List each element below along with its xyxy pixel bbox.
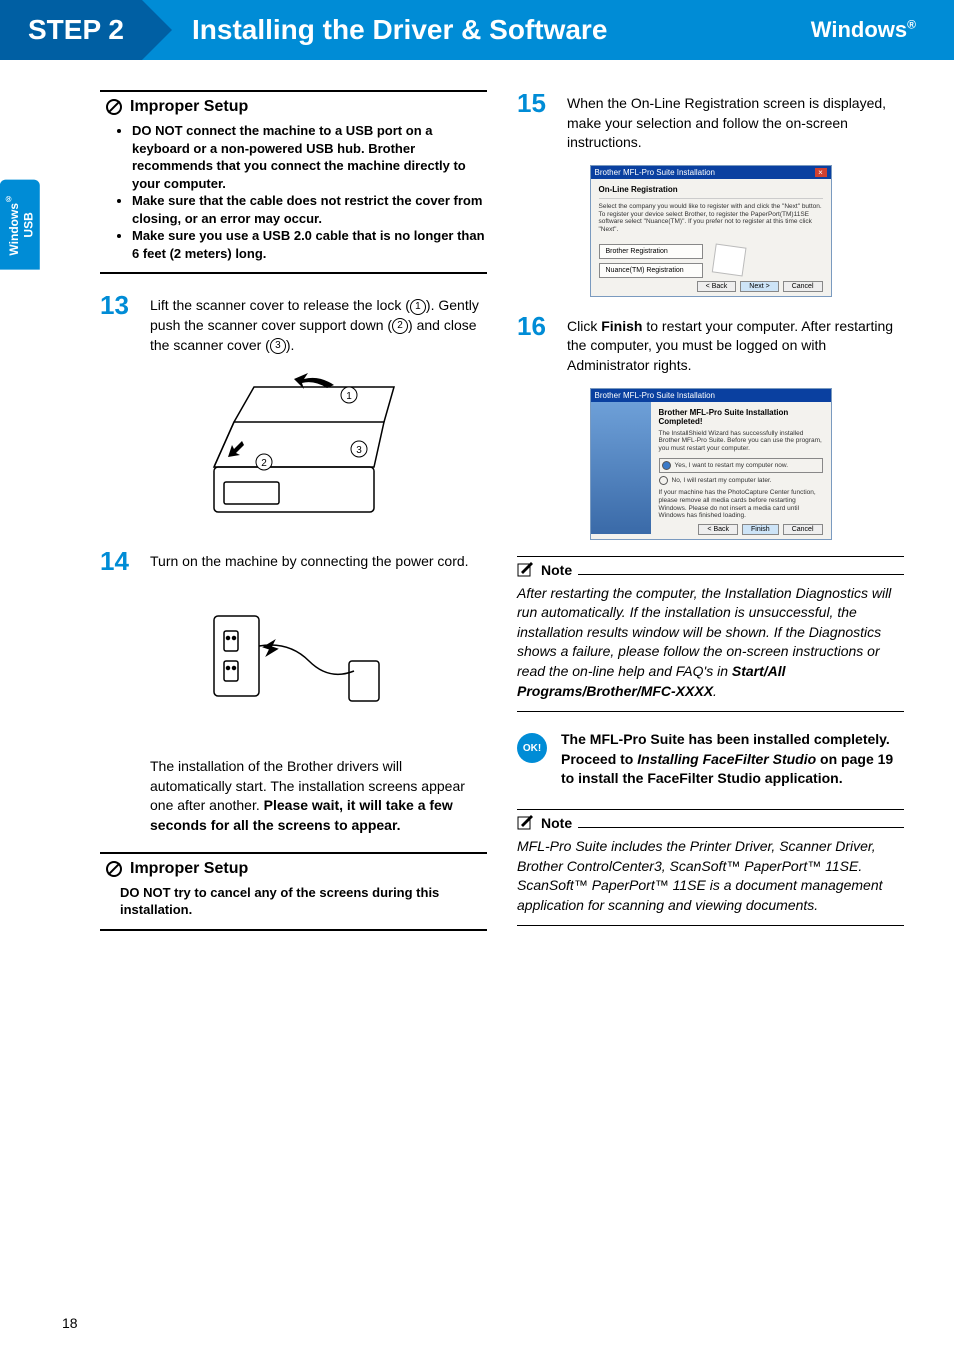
close-icon: × [815, 168, 827, 177]
ok-text: The MFL-Pro Suite has been installed com… [561, 730, 904, 789]
prohibit-icon [106, 861, 122, 877]
step16-a: Click [567, 318, 601, 334]
note-box-2: Note MFL-Pro Suite includes the Printer … [517, 809, 904, 926]
list-item: Make sure that the cable does not restri… [132, 192, 487, 227]
step-text: Lift the scanner cover to release the lo… [150, 292, 487, 355]
improper-setup-title-2: Improper Setup [130, 860, 248, 878]
note-text: MFL-Pro Suite includes the Printer Drive… [517, 837, 904, 915]
dialog-title: Brother MFL-Pro Suite Installation [595, 391, 716, 400]
note-title-text: Note [541, 562, 572, 578]
dialog-instructions: Select the company you would like to reg… [599, 203, 823, 234]
scanner-cover-figure: 1 2 3 [100, 367, 487, 532]
finish-button: Finish [742, 524, 779, 535]
step-13: 13 Lift the scanner cover to release the… [100, 292, 487, 355]
install-auto-text: The installation of the Brother drivers … [150, 757, 487, 835]
radio-icon [662, 461, 671, 470]
pencil-note-icon [517, 561, 535, 580]
page-number: 18 [62, 1315, 78, 1331]
list-item: Make sure you use a USB 2.0 cable that i… [132, 227, 487, 262]
svg-text:1: 1 [346, 391, 352, 402]
restart-later-option: No, I will restart my computer later. [672, 477, 772, 485]
ok-badge-icon: OK! [517, 733, 547, 763]
note-box-1: Note After restarting the computer, the … [517, 556, 904, 713]
step-label: STEP 2 [0, 0, 142, 60]
step-number: 16 [517, 313, 557, 376]
circle-3-icon: 3 [270, 338, 286, 354]
power-cord-figure [100, 586, 487, 741]
list-item: DO NOT connect the machine to a USB port… [132, 122, 487, 192]
step-text: Turn on the machine by connecting the po… [150, 548, 469, 574]
step-text: When the On-Line Registration screen is … [567, 90, 904, 153]
note-text: After restarting the computer, the Insta… [517, 584, 904, 702]
step-number: 13 [100, 292, 140, 355]
ok-callout: OK! The MFL-Pro Suite has been installed… [517, 730, 904, 789]
step-text: Click Finish to restart your computer. A… [567, 313, 904, 376]
page-header: STEP 2 Installing the Driver & Software … [0, 0, 954, 60]
prohibit-icon [106, 99, 122, 115]
header-title: Installing the Driver & Software [192, 14, 811, 46]
ok-link: Installing FaceFilter Studio [637, 751, 816, 767]
svg-text:3: 3 [356, 445, 362, 456]
dialog-sub: The InstallShield Wizard has successfull… [659, 430, 823, 453]
improper-setup-list: DO NOT connect the machine to a USB port… [100, 122, 487, 262]
circle-1-icon: 1 [410, 299, 426, 315]
header-platform: Windows® [811, 17, 916, 43]
step-16: 16 Click Finish to restart your computer… [517, 313, 904, 376]
back-button: < Back [698, 524, 738, 535]
side-tab-os: Windows [7, 203, 21, 256]
finish-word: Finish [601, 318, 642, 334]
brother-registration-button: Brother Registration [599, 244, 703, 259]
step-15: 15 When the On-Line Registration screen … [517, 90, 904, 153]
registration-dialog: Brother MFL-Pro Suite Installation × On-… [590, 165, 832, 297]
step-number: 15 [517, 90, 557, 153]
svg-text:2: 2 [261, 458, 267, 469]
step13-a: Lift the scanner cover to release the lo… [150, 297, 410, 313]
dialog-heading: On-Line Registration [599, 185, 823, 194]
step-14: 14 Turn on the machine by connecting the… [100, 548, 487, 574]
pencil-note-icon [517, 814, 535, 833]
dialog-warning: If your machine has the PhotoCapture Cen… [659, 489, 823, 520]
side-tab-conn: USB [21, 212, 35, 237]
cancel-button: Cancel [783, 281, 823, 292]
circle-2-icon: 2 [392, 318, 408, 334]
left-column: Improper Setup DO NOT connect the machin… [100, 90, 487, 949]
nuance-registration-button: Nuance(TM) Registration [599, 263, 703, 278]
dialog-title: Brother MFL-Pro Suite Installation [595, 168, 716, 177]
note1-a: After restarting the computer, the Insta… [517, 585, 891, 679]
step13-d: ). [286, 337, 295, 353]
finish-dialog: Brother MFL-Pro Suite Installation Broth… [590, 388, 832, 540]
note-title-text: Note [541, 815, 572, 831]
platform-text: Windows [811, 17, 907, 42]
right-column: 15 When the On-Line Registration screen … [517, 90, 904, 949]
improper-setup-title-1: Improper Setup [130, 98, 248, 116]
improper-setup-box-1: Improper Setup DO NOT connect the machin… [100, 90, 487, 274]
side-tab: Windows® USB [0, 180, 40, 270]
cancel-button: Cancel [783, 524, 823, 535]
dialog-heading: Brother MFL-Pro Suite Installation Compl… [659, 408, 823, 426]
radio-icon [659, 476, 668, 485]
improper-setup-box-2: Improper Setup DO NOT try to cancel any … [100, 852, 487, 931]
improper-setup-text-2: DO NOT try to cancel any of the screens … [120, 884, 487, 919]
restart-now-option: Yes, I want to restart my computer now. [675, 462, 789, 470]
step-number: 14 [100, 548, 140, 574]
platform-sup: ® [907, 18, 916, 32]
back-button: < Back [697, 281, 737, 292]
note1-dot: . [713, 683, 717, 699]
side-tab-sup: ® [4, 194, 13, 203]
next-button: Next > [740, 281, 778, 292]
